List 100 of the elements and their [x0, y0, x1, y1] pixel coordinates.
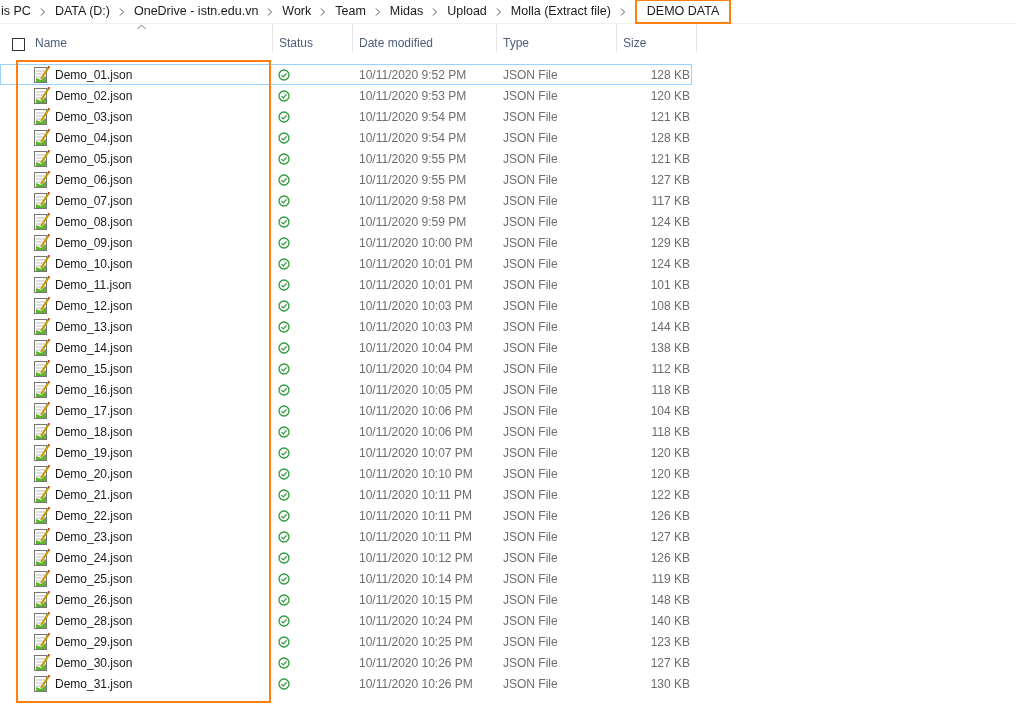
type-cell: JSON File [503, 235, 558, 250]
chevron-icon [374, 7, 381, 16]
file-name: Demo_23.json [55, 528, 133, 546]
file-row[interactable]: Demo_16.json 10/11/2020 10:05 PM JSON File 118 KB [0, 379, 692, 400]
file-row[interactable]: Demo_15.json 10/11/2020 10:04 PM JSON File 112 KB [0, 358, 692, 379]
file-name: Demo_10.json [55, 255, 133, 273]
file-row[interactable]: Demo_05.json 10/11/2020 9:55 PM JSON File 121 KB [0, 148, 692, 169]
size-cell-text: 118 KB [651, 423, 690, 441]
file-icon [34, 66, 50, 83]
breadcrumb-item[interactable]: is PC [1, 2, 31, 21]
file-row[interactable]: Demo_31.json 10/11/2020 10:26 PM JSON File 130 KB [0, 673, 692, 694]
file-row[interactable]: Demo_25.json 10/11/2020 10:14 PM JSON File 119 KB [0, 568, 692, 589]
file-name: Demo_03.json [55, 108, 133, 126]
size-cell-text: 128 KB [650, 129, 690, 147]
file-row[interactable]: Demo_29.json 10/11/2020 10:25 PM JSON File 123 KB [0, 631, 692, 652]
size-cell-text: 130 KB [650, 675, 690, 693]
type-cell: JSON File [503, 676, 558, 691]
type-cell: JSON File [503, 466, 558, 481]
file-name: Demo_06.json [55, 171, 133, 189]
breadcrumb-item[interactable]: Team [335, 2, 366, 21]
type-cell: JSON File [503, 256, 558, 271]
file-row[interactable]: Demo_26.json 10/11/2020 10:15 PM JSON File 148 KB [0, 589, 692, 610]
file-row[interactable]: Demo_24.json 10/11/2020 10:12 PM JSON File 126 KB [0, 547, 692, 568]
file-icon [34, 570, 50, 587]
file-row[interactable]: Demo_20.json 10/11/2020 10:10 PM JSON File 120 KB [0, 463, 692, 484]
file-name: Demo_08.json [55, 213, 133, 231]
file-name: Demo_28.json [55, 612, 133, 630]
breadcrumb-item[interactable]: OneDrive - istn.edu.vn [133, 2, 259, 21]
file-icon [34, 297, 50, 314]
breadcrumb-item[interactable]: Work [282, 2, 312, 21]
file-icon [34, 633, 50, 650]
file-row[interactable]: Demo_06.json 10/11/2020 9:55 PM JSON File 127 KB [0, 169, 692, 190]
breadcrumb-item[interactable]: DATA (D:) [54, 2, 110, 21]
file-name: Demo_13.json [55, 318, 133, 336]
file-row[interactable]: Demo_03.json 10/11/2020 9:54 PM JSON File 121 KB [0, 106, 692, 127]
column-header[interactable]: Type [503, 34, 529, 52]
file-icon [34, 234, 50, 251]
file-name: Demo_31.json [55, 675, 133, 693]
type-cell: JSON File [503, 88, 558, 103]
size-cell-text: 124 KB [650, 213, 690, 231]
file-name: Demo_14.json [55, 339, 133, 357]
file-row[interactable]: Demo_08.json 10/11/2020 9:59 PM JSON File 124 KB [0, 211, 692, 232]
type-cell: JSON File [503, 340, 558, 355]
breadcrumb-item[interactable]: Molla (Extract file) [510, 2, 611, 21]
size-cell-text: 122 KB [650, 486, 690, 504]
type-cell: JSON File [503, 67, 558, 82]
column-header[interactable]: Status [279, 34, 314, 52]
type-cell: JSON File [503, 403, 558, 418]
date-cell: 10/11/2020 10:01 PM [359, 256, 473, 271]
file-name: Demo_02.json [55, 87, 133, 105]
file-name: Demo_29.json [55, 633, 133, 651]
file-icon [34, 318, 50, 335]
size-cell-text: 126 KB [650, 507, 690, 525]
column-header[interactable]: Size [623, 34, 647, 52]
type-cell: JSON File [503, 487, 558, 502]
file-row[interactable]: Demo_22.json 10/11/2020 10:11 PM JSON File 126 KB [0, 505, 692, 526]
size-cell-text: 120 KB [650, 444, 690, 462]
size-cell-text: 140 KB [650, 612, 690, 630]
file-row[interactable]: Demo_12.json 10/11/2020 10:03 PM JSON File 108 KB [0, 295, 692, 316]
date-cell: 10/11/2020 10:04 PM [359, 361, 473, 376]
file-row[interactable]: Demo_14.json 10/11/2020 10:04 PM JSON File 138 KB [0, 337, 692, 358]
breadcrumb-item[interactable]: Upload [447, 2, 487, 21]
file-row[interactable]: Demo_04.json 10/11/2020 9:54 PM JSON File 128 KB [0, 127, 692, 148]
file-icon [34, 87, 50, 104]
file-row[interactable]: Demo_10.json 10/11/2020 10:01 PM JSON File 124 KB [0, 253, 692, 274]
file-row[interactable]: Demo_30.json 10/11/2020 10:26 PM JSON File 127 KB [0, 652, 692, 673]
size-cell-text: 124 KB [650, 255, 690, 273]
date-cell: 10/11/2020 9:53 PM [359, 88, 467, 103]
file-icon [34, 381, 50, 398]
chevron-icon [39, 7, 46, 16]
file-row[interactable]: Demo_02.json 10/11/2020 9:53 PM JSON File 120 KB [0, 85, 692, 106]
select-all-checkbox[interactable] [12, 38, 25, 51]
column-header[interactable]: Name [35, 34, 67, 52]
type-cell: JSON File [503, 592, 558, 607]
file-row[interactable]: Demo_13.json 10/11/2020 10:03 PM JSON File 144 KB [0, 316, 692, 337]
file-row[interactable]: Demo_21.json 10/11/2020 10:11 PM JSON File 122 KB [0, 484, 692, 505]
size-cell-text: 126 KB [650, 549, 690, 567]
file-name: Demo_11.json [55, 276, 132, 294]
date-cell: 10/11/2020 10:25 PM [359, 634, 473, 649]
size-cell-text: 108 KB [650, 297, 690, 315]
chevron-icon [432, 7, 439, 16]
file-row[interactable]: Demo_09.json 10/11/2020 10:00 PM JSON File 129 KB [0, 232, 692, 253]
file-row[interactable]: Demo_23.json 10/11/2020 10:11 PM JSON File 127 KB [0, 526, 692, 547]
type-cell: JSON File [503, 298, 558, 313]
date-cell: 10/11/2020 10:26 PM [359, 676, 473, 691]
file-row[interactable]: Demo_17.json 10/11/2020 10:06 PM JSON File 104 KB [0, 400, 692, 421]
file-row[interactable]: Demo_11.json 10/11/2020 10:01 PM JSON File 101 KB [0, 274, 692, 295]
file-icon [34, 129, 50, 146]
breadcrumb-item[interactable]: DEMO DATA [634, 0, 732, 24]
type-cell: JSON File [503, 151, 558, 166]
file-row[interactable]: Demo_28.json 10/11/2020 10:24 PM JSON File 140 KB [0, 610, 692, 631]
file-row[interactable]: Demo_19.json 10/11/2020 10:07 PM JSON File 120 KB [0, 442, 692, 463]
file-row[interactable]: Demo_18.json 10/11/2020 10:06 PM JSON File 118 KB [0, 421, 692, 442]
file-row[interactable]: Demo_07.json 10/11/2020 9:58 PM JSON File 117 KB [0, 190, 692, 211]
chevron-icon [619, 7, 626, 16]
chevron-icon [320, 7, 327, 16]
column-header[interactable]: Date modified [359, 34, 434, 52]
type-cell: JSON File [503, 361, 558, 376]
file-row[interactable]: Demo_01.json 10/11/2020 9:52 PM JSON File 128 KB [0, 64, 692, 85]
breadcrumb-item[interactable]: Midas [389, 2, 424, 21]
